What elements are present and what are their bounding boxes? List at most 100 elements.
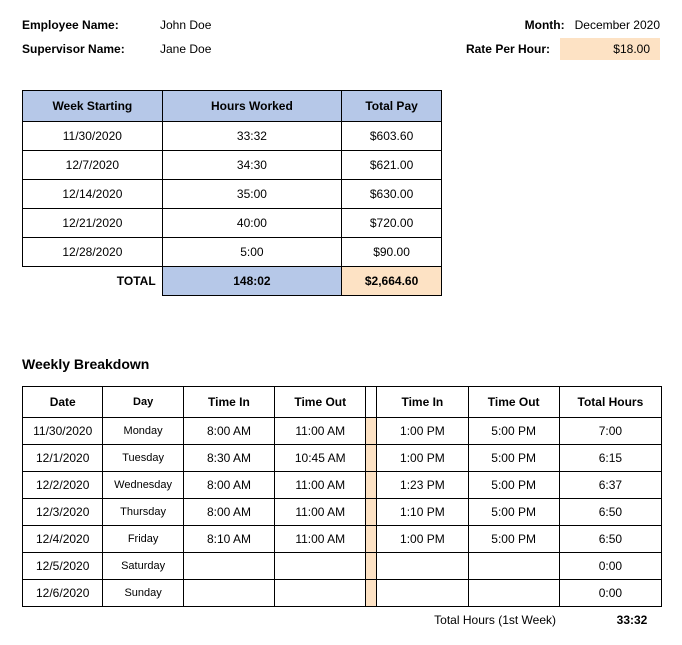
table-row: 12/1/2020Tuesday8:30 AM10:45 AM1:00 PM5:… bbox=[23, 445, 662, 472]
breakdown-col-gap bbox=[366, 387, 377, 418]
breakdown-in2 bbox=[377, 553, 468, 580]
summary-hours: 5:00 bbox=[162, 238, 341, 267]
breakdown-out1: 11:00 AM bbox=[275, 472, 366, 499]
month-label: Month: bbox=[525, 18, 565, 32]
breakdown-col-total: Total Hours bbox=[559, 387, 661, 418]
breakdown-in1 bbox=[183, 553, 274, 580]
breakdown-in1: 8:00 AM bbox=[183, 418, 274, 445]
breakdown-out2: 5:00 PM bbox=[468, 472, 559, 499]
breakdown-gap bbox=[366, 499, 377, 526]
breakdown-total: 0:00 bbox=[559, 553, 661, 580]
breakdown-out1: 11:00 AM bbox=[275, 418, 366, 445]
breakdown-footer-label: Total Hours (1st Week) bbox=[434, 613, 556, 627]
summary-total-pay: $2,664.60 bbox=[342, 267, 442, 296]
rate-value: $18.00 bbox=[560, 38, 660, 60]
breakdown-day: Thursday bbox=[103, 499, 183, 526]
breakdown-out1 bbox=[275, 553, 366, 580]
summary-col-pay: Total Pay bbox=[342, 91, 442, 122]
breakdown-day: Friday bbox=[103, 526, 183, 553]
breakdown-col-time-out-2: Time Out bbox=[468, 387, 559, 418]
breakdown-out2: 5:00 PM bbox=[468, 499, 559, 526]
breakdown-out2 bbox=[468, 553, 559, 580]
table-row: 11/30/2020Monday8:00 AM11:00 AM1:00 PM5:… bbox=[23, 418, 662, 445]
breakdown-total: 0:00 bbox=[559, 580, 661, 607]
table-row: 12/6/2020Sunday 0:00 bbox=[23, 580, 662, 607]
summary-pay: $90.00 bbox=[342, 238, 442, 267]
table-row: 12/7/202034:30$621.00 bbox=[23, 151, 442, 180]
summary-pay: $630.00 bbox=[342, 180, 442, 209]
summary-table: Week Starting Hours Worked Total Pay 11/… bbox=[22, 90, 442, 296]
table-row: 12/4/2020Friday8:10 AM11:00 AM1:00 PM5:0… bbox=[23, 526, 662, 553]
breakdown-in1: 8:00 AM bbox=[183, 472, 274, 499]
breakdown-date: 12/6/2020 bbox=[23, 580, 103, 607]
table-row: 12/2/2020Wednesday8:00 AM11:00 AM 1:23 PM… bbox=[23, 472, 662, 499]
breakdown-footer-value: 33:32 bbox=[602, 613, 662, 627]
breakdown-col-day: Day bbox=[103, 387, 183, 418]
table-row: 11/30/202033:32$603.60 bbox=[23, 122, 442, 151]
breakdown-total: 6:50 bbox=[559, 526, 661, 553]
rate-label: Rate Per Hour: bbox=[466, 42, 550, 56]
table-row: 12/5/2020Saturday 0:00 bbox=[23, 553, 662, 580]
breakdown-gap bbox=[366, 526, 377, 553]
summary-week: 12/14/2020 bbox=[23, 180, 163, 209]
breakdown-day: Monday bbox=[103, 418, 183, 445]
breakdown-out1: 10:45 AM bbox=[275, 445, 366, 472]
employee-name-label: Employee Name: bbox=[22, 18, 160, 32]
breakdown-col-date: Date bbox=[23, 387, 103, 418]
weekly-breakdown-title: Weekly Breakdown bbox=[22, 356, 660, 372]
breakdown-date: 12/4/2020 bbox=[23, 526, 103, 553]
breakdown-date: 12/3/2020 bbox=[23, 499, 103, 526]
breakdown-in2: 1:23 PM bbox=[377, 472, 468, 499]
summary-hours: 40:00 bbox=[162, 209, 341, 238]
breakdown-out2: 5:00 PM bbox=[468, 445, 559, 472]
summary-hours: 35:00 bbox=[162, 180, 341, 209]
table-row: 12/21/202040:00$720.00 bbox=[23, 209, 442, 238]
breakdown-total: 7:00 bbox=[559, 418, 661, 445]
month-value: December 2020 bbox=[575, 18, 660, 32]
breakdown-in1: 8:00 AM bbox=[183, 499, 274, 526]
summary-week: 12/28/2020 bbox=[23, 238, 163, 267]
table-row: 12/14/202035:00$630.00 bbox=[23, 180, 442, 209]
breakdown-in2: 1:10 PM bbox=[377, 499, 468, 526]
summary-total-hours: 148:02 bbox=[162, 267, 341, 296]
employee-name-value: John Doe bbox=[160, 18, 211, 32]
breakdown-date: 11/30/2020 bbox=[23, 418, 103, 445]
table-row: 12/28/20205:00$90.00 bbox=[23, 238, 442, 267]
breakdown-in1 bbox=[183, 580, 274, 607]
breakdown-in1: 8:10 AM bbox=[183, 526, 274, 553]
summary-week: 11/30/2020 bbox=[23, 122, 163, 151]
summary-week: 12/21/2020 bbox=[23, 209, 163, 238]
breakdown-date: 12/5/2020 bbox=[23, 553, 103, 580]
breakdown-table: Date Day Time In Time Out Time In Time O… bbox=[22, 386, 662, 607]
breakdown-in2: 1:00 PM bbox=[377, 418, 468, 445]
breakdown-col-time-out-1: Time Out bbox=[275, 387, 366, 418]
summary-pay: $720.00 bbox=[342, 209, 442, 238]
breakdown-gap bbox=[366, 553, 377, 580]
breakdown-gap bbox=[366, 472, 377, 499]
summary-total-label: TOTAL bbox=[23, 267, 163, 296]
summary-col-hours: Hours Worked bbox=[162, 91, 341, 122]
breakdown-total: 6:37 bbox=[559, 472, 661, 499]
breakdown-out1 bbox=[275, 580, 366, 607]
breakdown-gap bbox=[366, 580, 377, 607]
breakdown-total: 6:15 bbox=[559, 445, 661, 472]
breakdown-in2 bbox=[377, 580, 468, 607]
breakdown-col-time-in-1: Time In bbox=[183, 387, 274, 418]
supervisor-name-label: Supervisor Name: bbox=[22, 42, 160, 56]
summary-pay: $621.00 bbox=[342, 151, 442, 180]
breakdown-day: Sunday bbox=[103, 580, 183, 607]
breakdown-day: Saturday bbox=[103, 553, 183, 580]
breakdown-date: 12/1/2020 bbox=[23, 445, 103, 472]
breakdown-date: 12/2/2020 bbox=[23, 472, 103, 499]
breakdown-day: Wednesday bbox=[103, 472, 183, 499]
breakdown-out2: 5:00 PM bbox=[468, 526, 559, 553]
summary-pay: $603.60 bbox=[342, 122, 442, 151]
breakdown-in2: 1:00 PM bbox=[377, 526, 468, 553]
breakdown-col-time-in-2: Time In bbox=[377, 387, 468, 418]
summary-col-week: Week Starting bbox=[23, 91, 163, 122]
breakdown-in1: 8:30 AM bbox=[183, 445, 274, 472]
breakdown-out1: 11:00 AM bbox=[275, 499, 366, 526]
breakdown-gap bbox=[366, 445, 377, 472]
supervisor-name-value: Jane Doe bbox=[160, 42, 211, 56]
summary-hours: 34:30 bbox=[162, 151, 341, 180]
